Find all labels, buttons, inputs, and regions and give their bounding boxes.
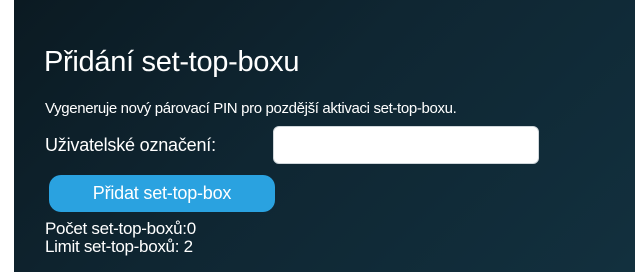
count-label: Počet set-top-boxů: <box>45 219 187 238</box>
limit-row: Limit set-top-boxů: 2 <box>45 238 196 256</box>
add-set-top-box-panel: Přidání set-top-boxu Vygeneruje nový pár… <box>14 0 635 272</box>
limit-value: 2 <box>183 237 193 256</box>
add-set-top-box-button[interactable]: Přidat set-top-box <box>49 175 275 212</box>
count-value: 0 <box>186 219 196 238</box>
limit-label: Limit set-top-boxů: <box>45 237 180 256</box>
user-label-input[interactable] <box>273 126 539 164</box>
user-label-field-label: Uživatelské označení: <box>45 135 216 155</box>
section-description: Vygeneruje nový párovací PIN pro pozdějš… <box>45 100 457 117</box>
section-title: Přidání set-top-boxu <box>44 46 300 78</box>
set-top-box-stats: Počet set-top-boxů:0 Limit set-top-boxů:… <box>45 220 196 256</box>
count-row: Počet set-top-boxů:0 <box>45 220 196 238</box>
